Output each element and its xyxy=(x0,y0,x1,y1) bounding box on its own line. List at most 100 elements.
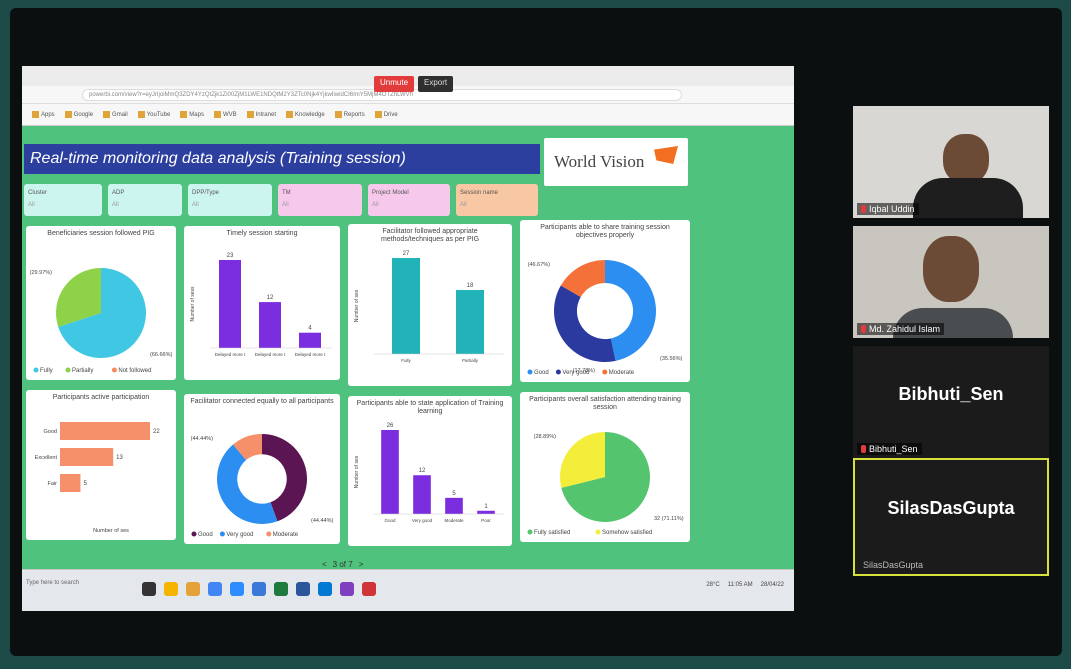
tick-label: Delayed more t xyxy=(255,352,286,357)
data-label: 32 (71.11%) xyxy=(654,516,684,522)
bookmark-item[interactable]: Intranet xyxy=(246,110,276,118)
data-label: 5 xyxy=(83,481,87,487)
legend-label: Good xyxy=(534,370,549,376)
word-icon[interactable] xyxy=(296,582,310,596)
chart-card[interactable]: 27 Fully 18 Partially Number of ses Facilitat… xyxy=(348,224,512,386)
participant-name: SilasDasGupta xyxy=(863,560,924,570)
bookmark-item[interactable]: Maps xyxy=(180,110,204,118)
task-view-icon[interactable] xyxy=(142,582,156,596)
participant-tile[interactable]: Md. Zahidul Islam xyxy=(853,226,1049,338)
chart-title: Timely session starting xyxy=(226,230,298,237)
system-tray: 28°C 11:05 AM 28/04/22 xyxy=(706,582,784,588)
bar[interactable] xyxy=(445,497,463,514)
chrome-icon[interactable] xyxy=(208,582,222,596)
bookmark-item[interactable]: Reports xyxy=(334,110,365,118)
bookmark-item[interactable]: Knowledge xyxy=(286,110,325,118)
participant-name: Bibhuti_Sen xyxy=(869,444,918,454)
chart-svg: (28.89%) 32 (71.11%) Fully satisfied Someho… xyxy=(527,432,684,536)
filter-value: All xyxy=(192,202,199,208)
bookmark-item[interactable]: YouTube xyxy=(137,110,170,118)
excel-icon[interactable] xyxy=(274,582,288,596)
bookmark-item[interactable]: Gmail xyxy=(103,110,128,118)
legend-marker xyxy=(33,367,39,373)
filter-dropdown[interactable]: TM All xyxy=(278,184,362,216)
filter-dropdown[interactable]: DPP/Type All xyxy=(188,184,272,216)
filter-label: DPP/Type xyxy=(192,190,220,196)
filter-dropdown[interactable]: ADP All xyxy=(108,184,182,216)
bar[interactable] xyxy=(259,302,281,348)
filter-label: Cluster xyxy=(28,190,48,196)
pie-slice[interactable] xyxy=(554,285,616,362)
chart-card[interactable]: (44.44%) (44.44%) Good Very good Moderate Fac… xyxy=(184,394,340,544)
muted-mic-icon xyxy=(861,325,866,333)
chart-card[interactable]: (46.67%) (35.56%) (17.78%) Good Very good Mod… xyxy=(520,220,690,382)
edge-icon[interactable] xyxy=(318,582,332,596)
data-label: 1 xyxy=(484,504,488,510)
bar[interactable] xyxy=(219,260,241,348)
chart-card[interactable]: (28.89%) 32 (71.11%) Fully satisfied Someho… xyxy=(520,392,690,542)
pie-slice[interactable] xyxy=(605,260,656,361)
muted-mic-icon xyxy=(861,205,866,213)
filter-dropdown[interactable]: Cluster All xyxy=(24,184,102,216)
tick-label: Partially xyxy=(462,358,479,363)
bookmark-item[interactable]: Drive xyxy=(374,110,398,118)
chart-card[interactable]: (29.97%) (66.66%) Fully Partially Not follow… xyxy=(26,226,176,380)
data-label: (46.67%) xyxy=(528,262,550,268)
world-vision-logo: World Vision xyxy=(544,138,688,186)
bar[interactable] xyxy=(60,422,150,440)
bar[interactable] xyxy=(456,290,484,354)
teams-icon[interactable] xyxy=(340,582,354,596)
data-label: 27 xyxy=(403,251,410,257)
bar[interactable] xyxy=(392,258,420,354)
bar[interactable] xyxy=(413,475,431,514)
legend-label: Fully xyxy=(40,368,53,374)
legend-label: Very good xyxy=(562,370,589,376)
export-button[interactable]: Export xyxy=(418,76,454,92)
legend-marker xyxy=(602,369,608,375)
taskbar-search[interactable]: Type here to search xyxy=(26,580,79,586)
chart-svg: 26 Good 12 Very good 5 Moderate 1 Poor Number of… xyxy=(354,423,504,523)
participant-tile[interactable]: Bibhuti_Sen Bibhuti_Sen xyxy=(853,346,1049,458)
bookmark-item[interactable]: Google xyxy=(64,110,93,118)
filter-label: ADP xyxy=(112,190,125,196)
prev-page-icon[interactable]: < xyxy=(322,560,327,569)
taskbar-apps xyxy=(142,582,376,596)
powerpoint-icon[interactable] xyxy=(362,582,376,596)
legend-label: Moderate xyxy=(273,532,299,538)
bar[interactable] xyxy=(381,430,399,514)
filter-dropdown[interactable]: Project Model All xyxy=(368,184,450,216)
clock-date: 28/04/22 xyxy=(760,582,784,588)
axis-label: Number of ses xyxy=(93,528,129,534)
participant-name-tag: Md. Zahidul Islam xyxy=(857,323,945,335)
zoom-icon[interactable] xyxy=(230,582,244,596)
legend-label: Good xyxy=(198,532,213,538)
participant-tile[interactable]: Iqbal Uddin xyxy=(853,106,1049,218)
legend-marker xyxy=(527,529,533,535)
next-page-icon[interactable]: > xyxy=(359,560,364,569)
bookmark-item[interactable]: Apps xyxy=(32,110,55,118)
chart-card[interactable]: 26 Good 12 Very good 5 Moderate 1 Poor Number of… xyxy=(348,396,512,546)
chart-svg: (29.97%) (66.66%) Fully Partially Not follow… xyxy=(30,268,172,374)
bookmark-item[interactable]: WVB xyxy=(213,110,237,118)
folder-icon[interactable] xyxy=(186,582,200,596)
tick-label: Fully xyxy=(401,358,411,363)
telegram-icon[interactable] xyxy=(252,582,266,596)
tick-label: Fair xyxy=(48,481,58,487)
bar[interactable] xyxy=(60,448,114,466)
data-label: (44.44%) xyxy=(311,518,333,524)
file-explorer-icon[interactable] xyxy=(164,582,178,596)
participant-tile[interactable]: SilasDasGupta SilasDasGupta xyxy=(853,458,1049,576)
bar[interactable] xyxy=(477,510,495,514)
participant-video xyxy=(853,226,1049,338)
unmute-button[interactable]: Unmute xyxy=(374,76,415,92)
bar[interactable] xyxy=(60,474,81,492)
chart-card[interactable]: 23 Delayed more t 12 Delayed more t 4 Delayed… xyxy=(184,226,340,380)
bar[interactable] xyxy=(299,332,321,348)
chart-card[interactable]: Good 22 Excellent 13 Fair 5 Number of ses Parti… xyxy=(26,390,176,540)
tick-label: Good xyxy=(44,429,57,435)
filter-label: Session name xyxy=(460,190,499,196)
legend-marker xyxy=(65,367,71,373)
filter-value: All xyxy=(28,202,35,208)
filter-dropdown[interactable]: Session name All xyxy=(456,184,538,216)
filter-label: TM xyxy=(282,190,291,196)
